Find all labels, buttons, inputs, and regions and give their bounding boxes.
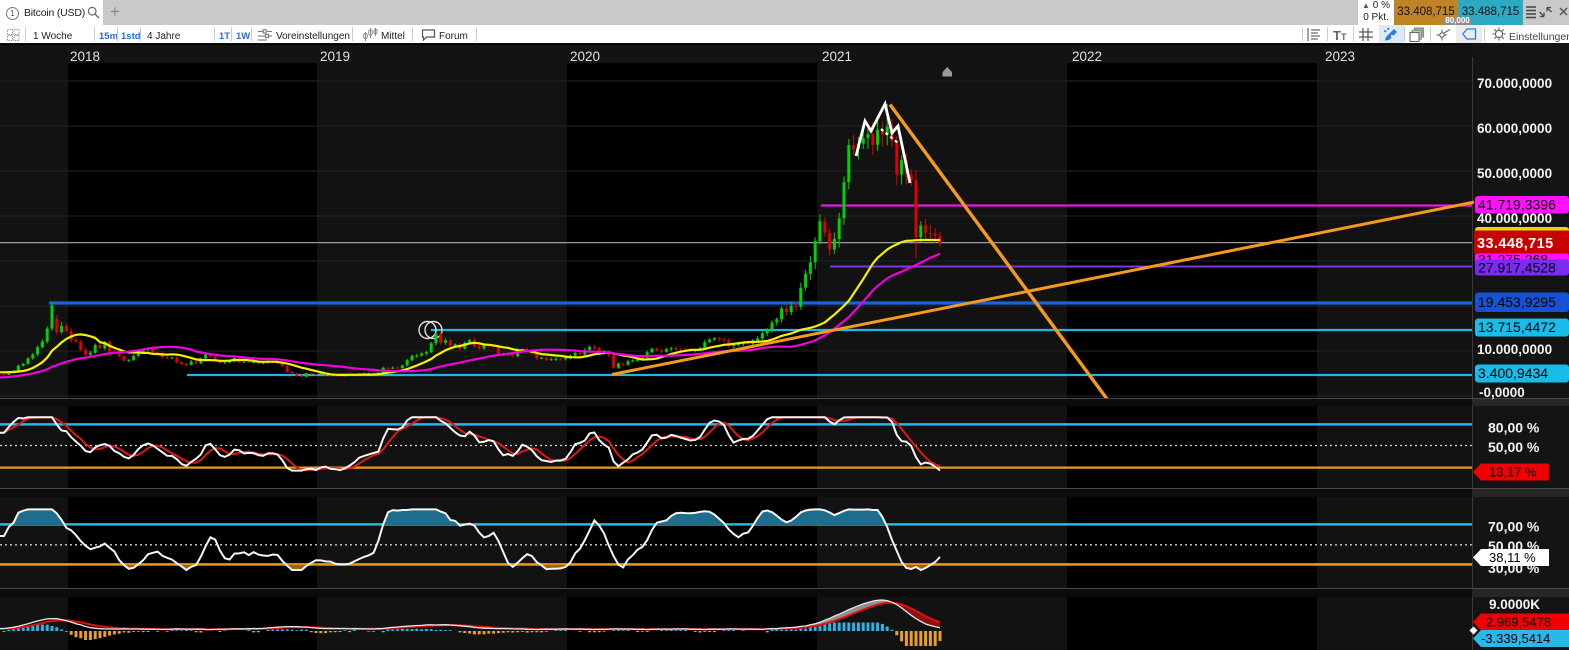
svg-text:2020: 2020 bbox=[570, 49, 600, 64]
svg-text:2018: 2018 bbox=[70, 49, 100, 64]
svg-text:41.719,3396: 41.719,3396 bbox=[1478, 197, 1556, 213]
svg-text:19.453,9295: 19.453,9295 bbox=[1478, 294, 1556, 310]
svg-text:33.448,715: 33.448,715 bbox=[1477, 236, 1554, 252]
svg-text:2021: 2021 bbox=[822, 49, 852, 64]
svg-text:60.000,0000: 60.000,0000 bbox=[1477, 121, 1552, 136]
svg-text:27.917,4528: 27.917,4528 bbox=[1478, 260, 1556, 276]
svg-text:80,00 %: 80,00 % bbox=[1488, 420, 1540, 436]
svg-text:3.400,9434: 3.400,9434 bbox=[1478, 365, 1548, 381]
svg-text:2023: 2023 bbox=[1325, 49, 1355, 64]
svg-text:2.969,5478: 2.969,5478 bbox=[1486, 615, 1551, 630]
svg-text:-3.339,5414: -3.339,5414 bbox=[1481, 631, 1550, 646]
svg-text:2019: 2019 bbox=[320, 49, 350, 64]
svg-text:9.0000K: 9.0000K bbox=[1489, 597, 1540, 612]
svg-text:70,00 %: 70,00 % bbox=[1488, 519, 1540, 535]
svg-text:-0,0000: -0,0000 bbox=[1479, 385, 1525, 400]
svg-text:70.000,0000: 70.000,0000 bbox=[1477, 76, 1552, 91]
svg-text:13,17 %: 13,17 % bbox=[1489, 465, 1537, 480]
svg-text:38,11 %: 38,11 % bbox=[1489, 550, 1536, 565]
svg-text:50,00 %: 50,00 % bbox=[1488, 439, 1540, 455]
svg-text:50.000,0000: 50.000,0000 bbox=[1477, 166, 1552, 181]
svg-text:10.000,0000: 10.000,0000 bbox=[1477, 342, 1552, 357]
svg-text:13.715,4472: 13.715,4472 bbox=[1478, 319, 1556, 335]
svg-text:2022: 2022 bbox=[1072, 49, 1102, 64]
